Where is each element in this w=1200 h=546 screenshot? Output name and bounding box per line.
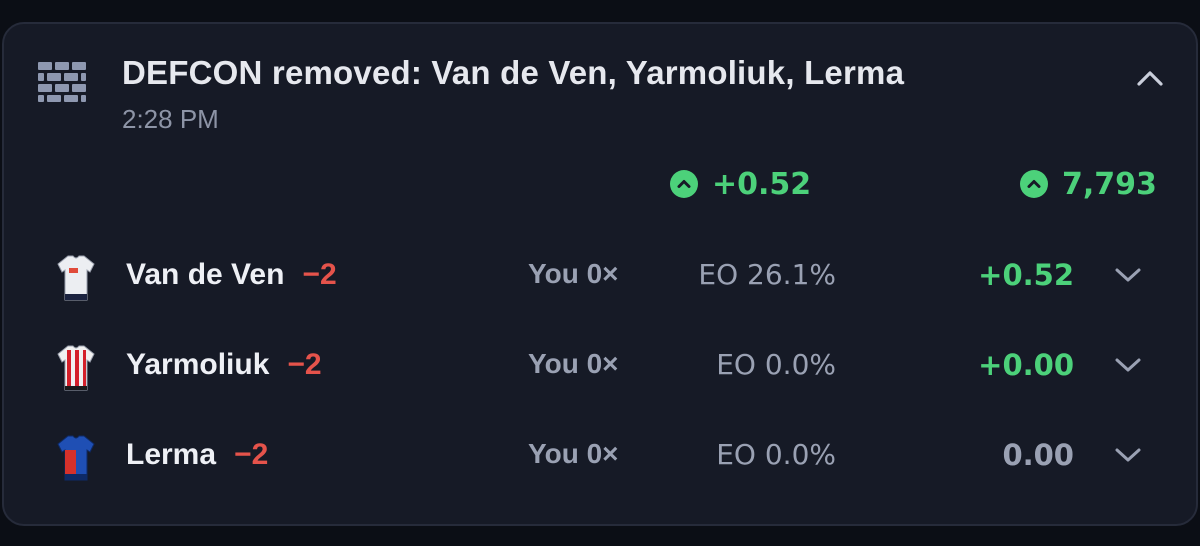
player-delta: −2 [234,438,269,471]
player-eo: EO 0.0% [716,438,836,471]
player-name: Yarmoliuk −2 [126,348,322,381]
player-row-yarmoliuk[interactable]: Yarmoliuk −2 You 0× EO 0.0% +0.00 [4,336,1196,396]
points-change-value: +0.52 [712,166,812,202]
arrow-up-circle-icon [1020,170,1048,198]
points-change-summary: +0.52 [670,162,811,206]
player-points: 0.00 [1002,438,1074,472]
brentford-shirt-icon [57,345,95,391]
event-title: DEFCON removed: Van de Ven, Yarmoliuk, L… [122,54,905,91]
player-eo: EO 0.0% [716,348,836,381]
chevron-up-icon[interactable] [1132,64,1168,92]
chevron-down-icon[interactable] [1112,264,1144,286]
player-points: +0.52 [978,258,1074,292]
chevron-down-icon[interactable] [1112,354,1144,376]
rank-change-summary: 7,793 [1020,162,1157,206]
player-name: Van de Ven −2 [126,258,337,291]
chevron-down-icon[interactable] [1112,444,1144,466]
player-row-lerma[interactable]: Lerma −2 You 0× EO 0.0% 0.00 [4,426,1196,486]
arrow-up-circle-icon [670,170,698,198]
rank-change-value: 7,793 [1062,166,1157,202]
tottenham-shirt-icon [57,255,95,301]
crystal-palace-shirt-icon [57,435,95,481]
player-points: +0.00 [978,348,1074,382]
player-name: Lerma −2 [126,438,269,471]
brick-wall-icon [38,62,86,102]
player-you-ownership: You 0× [528,258,619,289]
player-eo: EO 26.1% [698,258,836,291]
player-delta: −2 [302,258,337,291]
player-you-ownership: You 0× [528,348,619,379]
player-delta: −2 [287,348,322,381]
player-you-ownership: You 0× [528,438,619,469]
event-time: 2:28 PM [122,104,219,134]
event-card[interactable]: DEFCON removed: Van de Ven, Yarmoliuk, L… [2,22,1198,526]
player-row-van-de-ven[interactable]: Van de Ven −2 You 0× EO 26.1% +0.52 [4,246,1196,306]
